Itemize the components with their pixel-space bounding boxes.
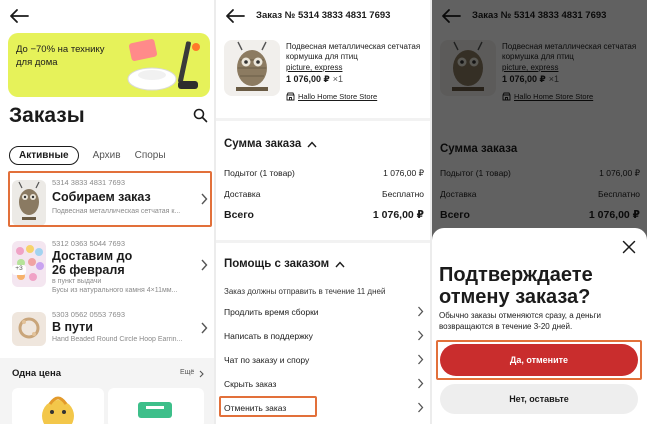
chevron-right-icon <box>418 330 424 341</box>
chevron-up-icon <box>307 140 317 147</box>
help-item-label: Написать в поддержку <box>224 330 313 341</box>
help-item-label: Скрыть заказ <box>224 378 277 389</box>
page-title: Заказы <box>9 104 85 127</box>
order-number: 5303 0562 0553 7693 <box>52 310 125 319</box>
sum-row-delivery: Доставка Бесплатно <box>224 189 424 199</box>
help-item-hide-order[interactable]: Скрыть заказ <box>224 378 424 389</box>
help-item-chat[interactable]: Чат по заказу и спору <box>224 354 424 365</box>
banner-text: До −70% на технику для дома <box>16 44 105 68</box>
recommendations-section: Одна цена Ещё <box>0 358 214 424</box>
keep-order-button[interactable]: Нет, оставьте <box>440 384 638 414</box>
total-value: 1 076,00 ₽ <box>372 209 424 221</box>
order-card[interactable]: 5303 0562 0553 7693 В пути Hand Beaded R… <box>8 306 214 352</box>
product-name[interactable]: Подвесная металлическая сетчатая кормушк… <box>286 42 426 62</box>
order-description: Бусы из натурального камня 4×11мм... <box>52 287 178 294</box>
order-description: Hand Beaded Round Circle Hoop Earrin... <box>52 336 183 343</box>
chevron-right-icon <box>418 378 424 389</box>
row-value: 1 076,00 ₽ <box>383 168 424 178</box>
search-icon[interactable] <box>193 108 208 123</box>
section-title: Одна цена <box>12 368 61 379</box>
row-label: Доставка <box>224 189 261 199</box>
chevron-right-icon <box>201 322 208 334</box>
order-number: 5312 0363 5044 7693 <box>52 239 125 248</box>
help-item-extend-time[interactable]: Продлить время сборки <box>224 306 424 317</box>
product-thumbnail <box>12 241 46 287</box>
dialog-title: Подтверждаете отмену заказа? <box>439 264 593 308</box>
vacuum-robot-illustration <box>127 39 200 91</box>
product-price: 1 076,00 ₽×1 <box>286 74 343 85</box>
chevron-right-icon <box>199 370 204 378</box>
section-more-link[interactable]: Ещё <box>180 369 194 376</box>
product-card-image[interactable] <box>12 388 104 424</box>
order-status-line2: 26 февраля <box>52 263 125 277</box>
order-tabs: Активные Архив Споры <box>9 144 166 166</box>
shipping-note: Заказ должны отправить в течение 11 дней <box>224 287 386 296</box>
tab-disputes[interactable]: Споры <box>135 150 166 161</box>
chevron-right-icon <box>201 259 208 271</box>
row-label: Подытог (1 товар) <box>224 168 295 178</box>
order-card[interactable]: +3 5312 0363 5044 7693 Доставим до 26 фе… <box>8 235 214 297</box>
help-item-support[interactable]: Написать в поддержку <box>224 330 424 341</box>
close-icon[interactable] <box>622 240 636 254</box>
promo-banner[interactable]: До −70% на технику для дома <box>8 33 210 97</box>
section-separator <box>216 118 430 121</box>
order-header: Заказ № 5314 3833 4831 7693 <box>256 10 391 21</box>
price-value: 1 076,00 ₽ <box>286 74 330 84</box>
section-title: Сумма заказа <box>224 138 302 150</box>
back-arrow-icon[interactable] <box>8 7 30 25</box>
tab-archive[interactable]: Архив <box>93 150 121 161</box>
chevron-right-icon <box>418 402 424 413</box>
order-pickup-note: в пункт выдачи <box>52 278 102 285</box>
store-icon <box>286 92 295 101</box>
chevron-right-icon <box>418 306 424 317</box>
section-separator <box>216 240 430 243</box>
order-status-line1: Доставим до <box>52 249 133 263</box>
tab-active[interactable]: Активные <box>9 145 79 165</box>
order-detail-screen: Заказ № 5314 3833 4831 7693 Подвесная ме… <box>216 0 430 424</box>
cancel-order-sheet: Подтверждаете отмену заказа? Обычно зака… <box>432 228 647 424</box>
more-items-badge: +3 <box>12 265 26 275</box>
product-card-image[interactable] <box>108 388 204 424</box>
product-tags[interactable]: picture, express <box>286 63 342 72</box>
order-sum-header[interactable]: Сумма заказа <box>224 138 317 150</box>
help-item-label: Продлить время сборки <box>224 306 319 317</box>
orders-screen: До −70% на технику для дома Заказы Актив… <box>0 0 214 424</box>
total-label: Всего <box>224 209 254 221</box>
back-arrow-icon[interactable] <box>224 7 246 25</box>
quantity: ×1 <box>332 74 344 84</box>
highlight-frame <box>436 340 642 380</box>
sum-row-total: Всего 1 076,00 ₽ <box>224 209 424 221</box>
store-link[interactable]: Hallo Home Store Store <box>286 92 377 101</box>
chevron-up-icon <box>335 260 345 267</box>
store-name: Hallo Home Store Store <box>298 92 378 101</box>
highlight-frame <box>8 171 212 227</box>
dialog-text: Обычно заказы отменяются сразу, а деньги… <box>439 311 601 331</box>
order-status: В пути <box>52 320 93 334</box>
help-item-label: Чат по заказу и спору <box>224 354 310 365</box>
row-value: Бесплатно <box>382 189 424 199</box>
product-image[interactable] <box>224 40 280 96</box>
section-title: Помощь с заказом <box>224 258 330 270</box>
sum-row-subtotal: Подытог (1 товар) 1 076,00 ₽ <box>224 168 424 179</box>
highlight-frame <box>219 396 317 417</box>
help-header[interactable]: Помощь с заказом <box>224 258 345 270</box>
product-thumbnail <box>12 312 46 346</box>
cancel-confirm-screen: Заказ № 5314 3833 4831 7693 Подвесная ме… <box>432 0 647 424</box>
chevron-right-icon <box>418 354 424 365</box>
